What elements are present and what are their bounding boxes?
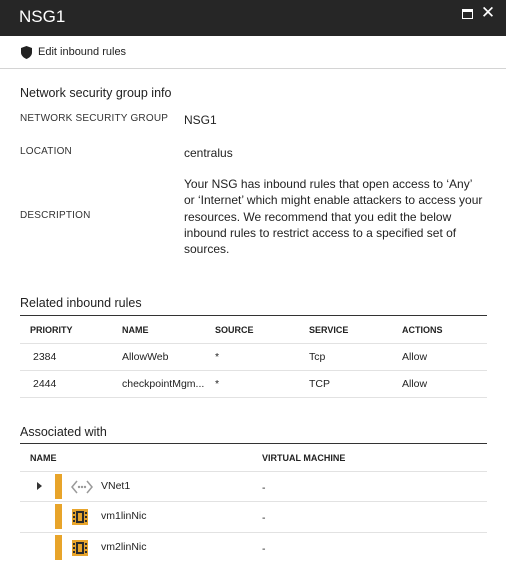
table-bottom-divider <box>20 397 487 398</box>
rule-name: AllowWeb <box>122 351 169 363</box>
associated-name[interactable]: vm2linNic <box>101 541 147 553</box>
rule-source: * <box>215 378 220 390</box>
rule-name: checkpointMgm... <box>122 378 205 390</box>
column-header-service[interactable]: SERVICE <box>309 325 348 335</box>
description-value: Your NSG has inbound rules that open acc… <box>184 177 483 257</box>
rule-priority: 2384 <box>33 351 57 363</box>
list-item[interactable]: VNet1 - <box>20 471 487 502</box>
table-row[interactable]: 2444 checkpointMgm... * TCP Allow <box>20 370 487 398</box>
edit-inbound-rules-button[interactable]: Edit inbound rules <box>38 46 126 58</box>
description-label: DESCRIPTION <box>20 210 91 221</box>
accent-bar <box>55 535 62 560</box>
location-label: LOCATION <box>20 146 72 157</box>
associated-name[interactable]: VNet1 <box>101 480 130 492</box>
associated-vm: - <box>262 543 266 555</box>
associated-heading: Associated with <box>20 425 107 439</box>
vnet-icon <box>71 480 93 499</box>
table-row[interactable]: 2384 AllowWeb * Tcp Allow <box>20 343 487 371</box>
nsg-value: NSG1 <box>184 113 217 127</box>
associated-name[interactable]: vm1linNic <box>101 510 147 522</box>
column-header-name[interactable]: NAME <box>30 453 57 463</box>
rules-heading: Related inbound rules <box>20 296 142 310</box>
associated-vm: - <box>262 512 266 524</box>
network-interface-icon <box>71 508 89 531</box>
rule-source: * <box>215 351 220 363</box>
shield-icon <box>21 46 32 64</box>
column-header-name[interactable]: NAME <box>122 325 149 335</box>
info-heading: Network security group info <box>20 86 172 100</box>
list-item[interactable]: vm1linNic - <box>20 501 487 532</box>
column-header-source[interactable]: SOURCE <box>215 325 254 335</box>
rule-action: Allow <box>402 351 428 363</box>
command-bar: Edit inbound rules <box>0 36 506 69</box>
blade-title: NSG1 <box>19 7 66 26</box>
rule-service: Tcp <box>309 351 326 363</box>
rule-action: Allow <box>402 378 428 390</box>
rule-priority: 2444 <box>33 378 57 390</box>
maximize-icon[interactable] <box>462 9 473 19</box>
column-header-actions[interactable]: ACTIONS <box>402 325 443 335</box>
expand-arrow-icon[interactable] <box>37 482 42 490</box>
column-header-virtual-machine[interactable]: VIRTUAL MACHINE <box>262 453 345 463</box>
column-header-priority[interactable]: PRIORITY <box>30 325 73 335</box>
network-interface-icon <box>71 539 89 562</box>
nsg-label: NETWORK SECURITY GROUP <box>20 113 169 124</box>
blade-title-bar: NSG1 ✕ <box>0 0 506 36</box>
list-item[interactable]: vm2linNic - <box>20 532 487 563</box>
accent-bar <box>55 474 62 499</box>
close-icon[interactable]: ✕ <box>478 3 498 23</box>
rule-service: TCP <box>309 378 330 390</box>
accent-bar <box>55 504 62 529</box>
associated-vm: - <box>262 482 266 494</box>
location-value: centralus <box>184 146 233 160</box>
table-header: PRIORITY NAME SOURCE SERVICE ACTIONS <box>20 315 487 344</box>
table-header: NAME VIRTUAL MACHINE <box>20 443 487 471</box>
